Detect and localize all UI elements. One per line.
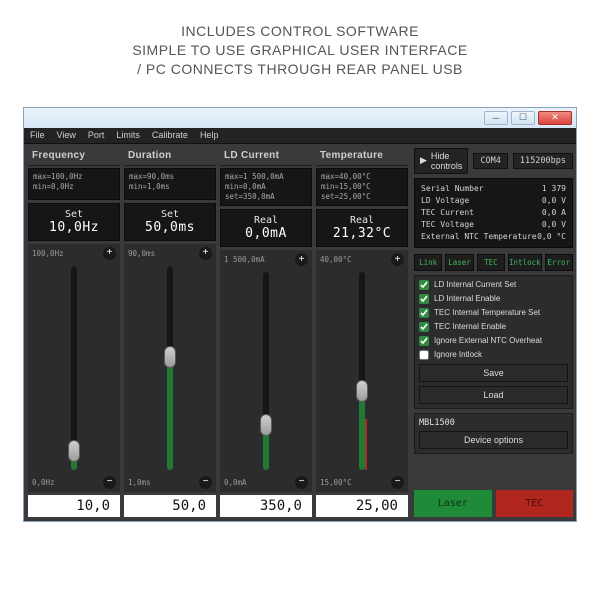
play-icon: ▶: [420, 155, 427, 166]
ld-current-minus-button[interactable]: −: [295, 476, 308, 489]
menu-calibrate[interactable]: Calibrate: [152, 130, 188, 140]
indicator-intlock: Intlock: [508, 254, 542, 271]
checkbox-group: LD Internal Current Set LD Internal Enab…: [414, 275, 573, 409]
chk-tec-enable[interactable]: TEC Internal Enable: [419, 322, 568, 332]
indicator-link: Link: [414, 254, 442, 271]
duration-readout: Set 50,0ms: [124, 203, 216, 241]
ld-current-title: LD Current: [220, 148, 312, 163]
heading-line-2: SIMPLE TO USE GRAPHICAL USER INTERFACE: [0, 41, 600, 60]
duration-minus-button[interactable]: −: [199, 476, 212, 489]
right-panel: ▶ Hide controls COM4 115200bps Serial Nu…: [412, 144, 578, 521]
hide-controls-button[interactable]: ▶ Hide controls: [414, 148, 468, 174]
chk-tec-temp-set[interactable]: TEC Internal Temperature Set: [419, 308, 568, 318]
baud-rate-label[interactable]: 115200bps: [513, 153, 573, 169]
duration-value-input[interactable]: 50,0: [124, 495, 216, 517]
temperature-title: Temperature: [316, 148, 408, 163]
duration-min-label: 1,0ms: [128, 478, 151, 487]
chk-ignore-intlock[interactable]: Ignore Intlock: [419, 350, 568, 360]
heading-line-3: / PC CONNECTS THROUGH REAR PANEL USB: [0, 60, 600, 79]
ld-current-max-label: 1 500,0mA: [224, 255, 265, 264]
indicator-row: Link Laser TEC Intlock Error: [414, 254, 573, 271]
duration-plus-button[interactable]: +: [199, 247, 212, 260]
temperature-plus-button[interactable]: +: [391, 253, 404, 266]
duration-title: Duration: [124, 148, 216, 163]
indicator-error: Error: [545, 254, 573, 271]
menu-bar: File View Port Limits Calibrate Help: [24, 128, 576, 144]
menu-view[interactable]: View: [57, 130, 76, 140]
ld-current-readout: Real 0,0mA: [220, 209, 312, 247]
close-button[interactable]: ✕: [538, 111, 572, 125]
chk-ld-current-set[interactable]: LD Internal Current Set: [419, 280, 568, 290]
temperature-slider[interactable]: [320, 270, 404, 472]
menu-help[interactable]: Help: [200, 130, 219, 140]
chk-ld-enable[interactable]: LD Internal Enable: [419, 294, 568, 304]
tec-toggle-button[interactable]: TEC: [496, 490, 574, 517]
duration-slider[interactable]: [128, 264, 212, 472]
panel-ld-current: LD Current max=1 500,0mA min=0,0mA set=3…: [220, 148, 312, 517]
temperature-min-label: 15,00°C: [320, 478, 352, 487]
indicator-tec: TEC: [477, 254, 505, 271]
com-port-label[interactable]: COM4: [473, 153, 507, 169]
frequency-max-label: 100,0Hz: [32, 249, 64, 258]
frequency-minus-button[interactable]: −: [103, 476, 116, 489]
temperature-max-label: 40,00°C: [320, 255, 352, 264]
temperature-minus-button[interactable]: −: [391, 476, 404, 489]
title-bar: ─ ☐ ✕: [24, 108, 576, 128]
heading-line-1: INCLUDES CONTROL SOFTWARE: [0, 22, 600, 41]
temperature-real-indicator: [365, 419, 367, 469]
panel-frequency: Frequency max=100,0Hz min=0,0Hz Set 10,0…: [28, 148, 120, 517]
load-button[interactable]: Load: [419, 386, 568, 404]
temperature-value-input[interactable]: 25,00: [316, 495, 408, 517]
frequency-slider[interactable]: [32, 264, 116, 472]
device-label: MBL1500: [419, 418, 568, 428]
frequency-info: max=100,0Hz min=0,0Hz: [28, 168, 120, 200]
chk-ignore-ntc[interactable]: Ignore External NTC Overheat: [419, 336, 568, 346]
frequency-plus-button[interactable]: +: [103, 247, 116, 260]
save-button[interactable]: Save: [419, 364, 568, 382]
duration-max-label: 90,0ms: [128, 249, 155, 258]
ld-current-plus-button[interactable]: +: [295, 253, 308, 266]
device-box: MBL1500 Device options: [414, 413, 573, 454]
frequency-readout: Set 10,0Hz: [28, 203, 120, 241]
ld-current-slider[interactable]: [224, 270, 308, 472]
frequency-title: Frequency: [28, 148, 120, 163]
frequency-min-label: 0,0Hz: [32, 478, 55, 487]
page-heading: INCLUDES CONTROL SOFTWARE SIMPLE TO USE …: [0, 22, 600, 79]
duration-info: max=90,0ms min=1,0ms: [124, 168, 216, 200]
ld-current-min-label: 0,0mA: [224, 478, 247, 487]
maximize-button[interactable]: ☐: [511, 111, 535, 125]
menu-file[interactable]: File: [30, 130, 45, 140]
frequency-value-input[interactable]: 10,0: [28, 495, 120, 517]
temperature-readout: Real 21,32°C: [316, 209, 408, 247]
temperature-info: max=40,00°C min=15,00°C set=25,00°C: [316, 168, 408, 206]
laser-toggle-button[interactable]: Laser: [414, 490, 492, 517]
panel-duration: Duration max=90,0ms min=1,0ms Set 50,0ms…: [124, 148, 216, 517]
minimize-button[interactable]: ─: [484, 111, 508, 125]
app-window: ─ ☐ ✕ File View Port Limits Calibrate He…: [23, 107, 577, 522]
status-box: Serial Number1 379 LD Voltage0,0 V TEC C…: [414, 178, 573, 248]
ld-current-value-input[interactable]: 350,0: [220, 495, 312, 517]
indicator-laser: Laser: [445, 254, 473, 271]
ld-current-info: max=1 500,0mA min=0,0mA set=350,0mA: [220, 168, 312, 206]
panel-temperature: Temperature max=40,00°C min=15,00°C set=…: [316, 148, 408, 517]
menu-limits[interactable]: Limits: [116, 130, 140, 140]
menu-port[interactable]: Port: [88, 130, 105, 140]
device-options-button[interactable]: Device options: [419, 431, 568, 449]
